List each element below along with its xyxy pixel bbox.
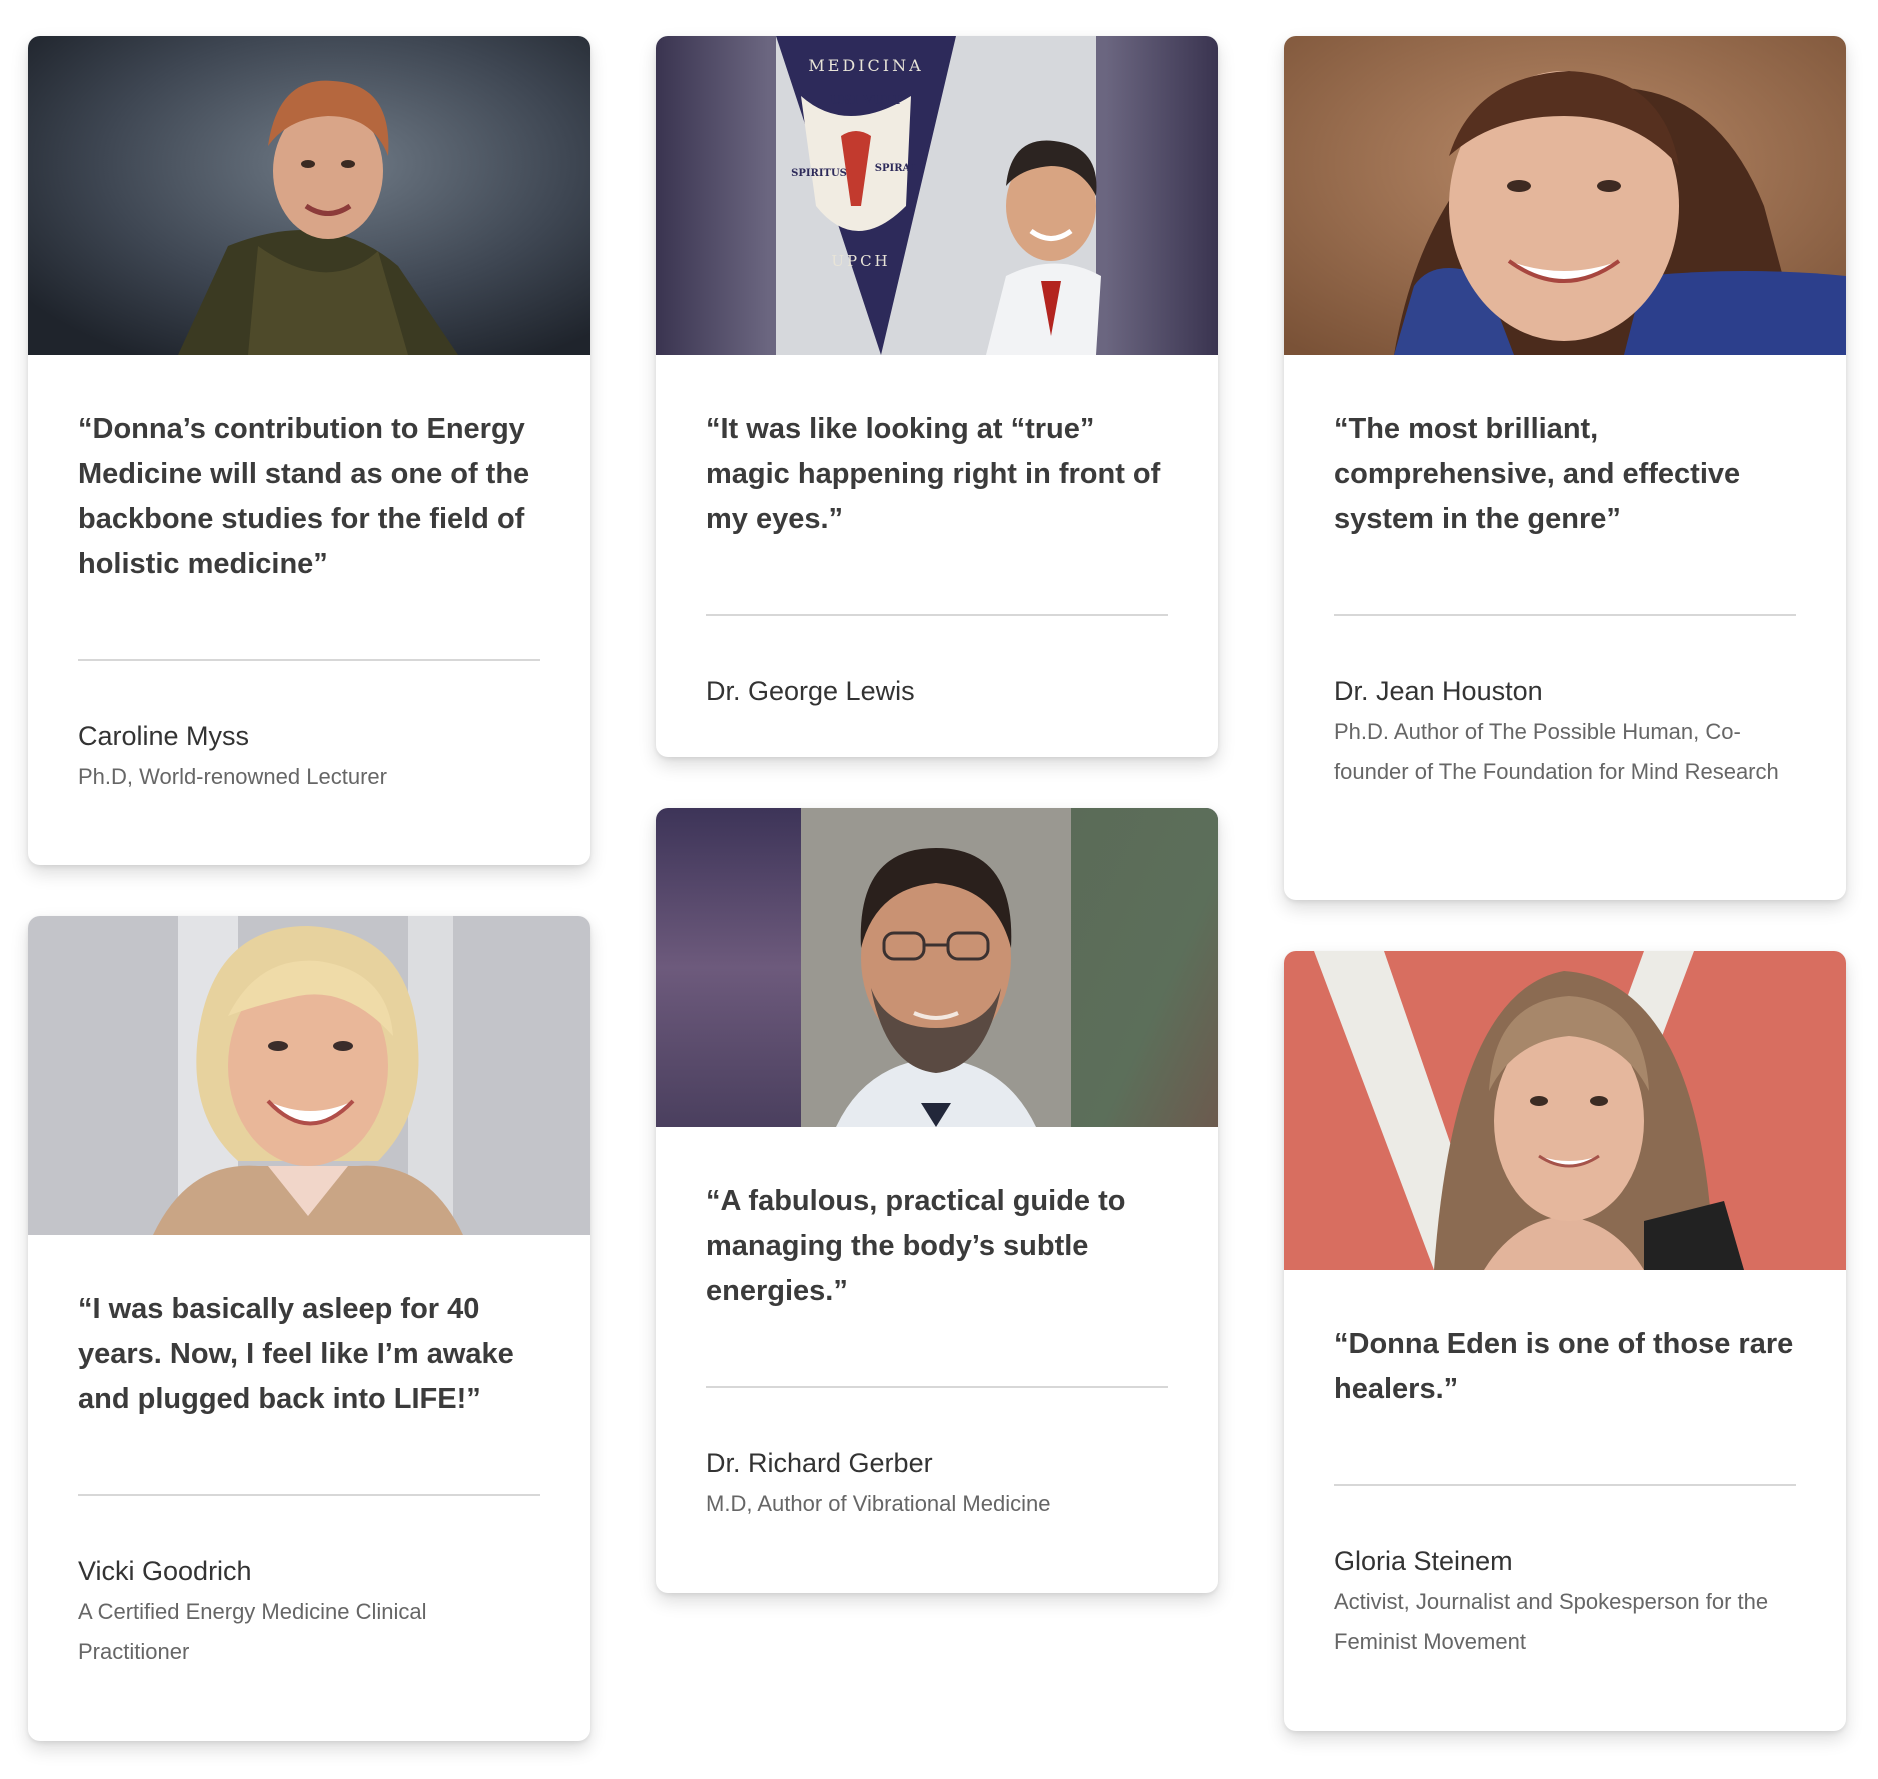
divider: [78, 1494, 540, 1496]
divider: [1334, 1484, 1796, 1486]
testimonial-photo: [28, 36, 590, 355]
testimonial-card: “I was basically asleep for 40 years. No…: [28, 916, 590, 1741]
portrait-image: [28, 916, 590, 1235]
testimonial-quote: “The most brilliant, comprehensive, and …: [1334, 413, 1741, 535]
testimonial-quote: “Donna’s contribution to Energy Medicine…: [78, 413, 530, 580]
testimonial-photo: [1284, 951, 1846, 1270]
testimonial-photo: MEDICINA UBI VULT SPIRITUS SPIRAT UPCH: [656, 36, 1218, 355]
author-role: A Certified Energy Medicine Clinical Pra…: [78, 1599, 427, 1664]
author-name: Dr. Richard Gerber: [706, 1448, 933, 1478]
testimonial-card: MEDICINA UBI VULT SPIRITUS SPIRAT UPCH “…: [656, 36, 1218, 757]
author-name: Caroline Myss: [78, 721, 250, 751]
portrait-image: [1284, 36, 1846, 355]
testimonial-photo: [1284, 36, 1846, 355]
testimonial-quote: “I was basically asleep for 40 years. No…: [78, 1293, 514, 1415]
author-name: Dr. George Lewis: [706, 676, 915, 706]
portrait-image: [656, 808, 1218, 1127]
divider: [78, 659, 540, 661]
author-role: M.D, Author of Vibrational Medicine: [706, 1491, 1051, 1516]
portrait-image: [28, 36, 590, 355]
author-role: Ph.D, World-renowned Lecturer: [78, 764, 387, 789]
author-name: Dr. Jean Houston: [1334, 676, 1543, 706]
testimonial-card: “Donna’s contribution to Energy Medicine…: [28, 36, 590, 865]
testimonial-card: “A fabulous, practical guide to managing…: [656, 808, 1218, 1593]
divider: [1334, 614, 1796, 616]
divider: [706, 1386, 1168, 1388]
author-role: Activist, Journalist and Spokesperson fo…: [1334, 1589, 1769, 1654]
banner-motto-text: SPIRAT: [875, 163, 918, 174]
divider: [706, 614, 1168, 616]
banner-motto-text: SPIRITUS: [791, 168, 847, 179]
testimonial-card: “The most brilliant, comprehensive, and …: [1284, 36, 1846, 900]
testimonial-quote: “Donna Eden is one of those rare healers…: [1334, 1328, 1794, 1405]
author-role: Ph.D. Author of The Possible Human, Co-f…: [1334, 719, 1779, 784]
author-name: Vicki Goodrich: [78, 1556, 252, 1586]
testimonial-quote: “A fabulous, practical guide to managing…: [706, 1185, 1126, 1307]
testimonial-quote: “It was like looking at “true” magic hap…: [706, 413, 1161, 535]
testimonial-card: “Donna Eden is one of those rare healers…: [1284, 951, 1846, 1731]
author-name: Gloria Steinem: [1334, 1546, 1513, 1576]
banner-top-text: MEDICINA: [808, 56, 923, 75]
banner-motto-text: UBI VULT: [830, 93, 902, 108]
portrait-image: [1284, 951, 1846, 1270]
testimonial-photo: [28, 916, 590, 1235]
portrait-image: MEDICINA UBI VULT SPIRITUS SPIRAT UPCH: [656, 36, 1218, 355]
banner-bottom-text: UPCH: [831, 252, 890, 270]
testimonial-photo: [656, 808, 1218, 1127]
